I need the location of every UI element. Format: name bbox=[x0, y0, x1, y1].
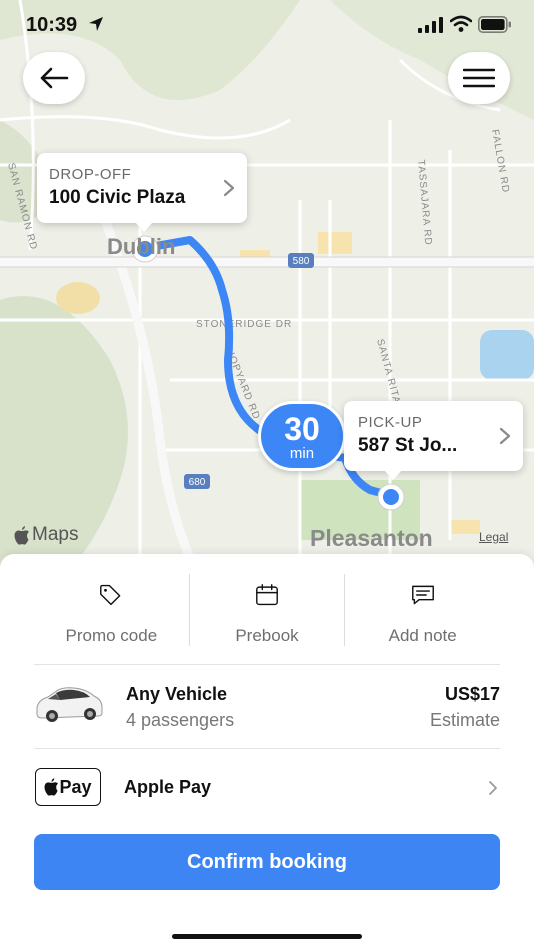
menu-button[interactable] bbox=[448, 52, 510, 104]
dropoff-label: DROP-OFF bbox=[49, 166, 132, 183]
hamburger-menu-icon bbox=[463, 68, 495, 88]
city-label-pleasanton: Pleasanton bbox=[310, 525, 433, 551]
battery-icon bbox=[478, 16, 511, 33]
wifi-icon bbox=[450, 15, 472, 32]
apple-logo-icon bbox=[14, 525, 29, 545]
road-label-santarita: SANTA RITA bbox=[374, 338, 402, 405]
pickup-callout[interactable]: PICK-UP 587 St Jo... bbox=[344, 401, 523, 480]
payment-method-row[interactable]: Pay Apple Pay bbox=[34, 750, 500, 830]
add-note-label: Add note bbox=[388, 626, 457, 645]
city-label-dublin: Dublin bbox=[107, 234, 176, 259]
booking-sheet: Promo code Prebook Add note Any Vehicle … bbox=[0, 554, 534, 950]
promo-code-button[interactable]: Promo code bbox=[34, 574, 189, 646]
vehicle-capacity: 4 passengers bbox=[126, 710, 235, 730]
divider bbox=[34, 664, 500, 665]
apple-logo-icon bbox=[44, 778, 59, 796]
fare-price: US$17 bbox=[444, 684, 500, 704]
prebook-label: Prebook bbox=[235, 626, 299, 645]
eta-value: 30 bbox=[284, 411, 320, 447]
chevron-right-icon bbox=[489, 781, 497, 795]
vehicle-selection[interactable]: Any Vehicle 4 passengers US$17 Estimate bbox=[34, 666, 500, 746]
apple-pay-badge: Pay bbox=[35, 768, 101, 806]
message-icon bbox=[411, 585, 434, 605]
vehicle-name: Any Vehicle bbox=[126, 684, 228, 704]
eta-bubble: 30 min bbox=[258, 401, 346, 471]
road-label-tassajara: TASSAJARA RD bbox=[415, 159, 433, 246]
payment-method-label: Apple Pay bbox=[124, 777, 212, 797]
tag-icon bbox=[100, 584, 121, 606]
road-label-stoneridge: STONERIDGE DR bbox=[196, 319, 292, 330]
arrow-left-icon bbox=[40, 67, 69, 89]
map-view[interactable]: 580 680 STONERIDGE DR HOPYARD RD SANTA R… bbox=[0, 0, 534, 580]
status-bar: 10:39 bbox=[0, 0, 534, 54]
chevron-right-icon bbox=[499, 427, 511, 445]
location-arrow-icon bbox=[89, 17, 103, 31]
apple-maps-attribution: Maps bbox=[14, 524, 78, 546]
ride-options: Promo code Prebook Add note bbox=[34, 574, 500, 646]
cellular-signal-icon bbox=[418, 17, 443, 33]
maps-label: Maps bbox=[32, 524, 79, 545]
road-label-fallon: FALLON RD bbox=[489, 129, 511, 195]
apple-pay-badge-text: Pay bbox=[59, 776, 92, 797]
car-image bbox=[36, 687, 103, 722]
dropoff-address: 100 Civic Plaza bbox=[49, 187, 186, 208]
status-time: 10:39 bbox=[26, 14, 78, 36]
highway-680-shield: 680 bbox=[189, 477, 206, 488]
legal-link[interactable]: Legal bbox=[479, 530, 508, 544]
calendar-icon bbox=[256, 584, 278, 606]
chevron-right-icon bbox=[223, 179, 235, 197]
divider bbox=[34, 748, 500, 749]
highway-580-shield: 580 bbox=[293, 256, 310, 267]
back-button[interactable] bbox=[23, 52, 85, 104]
add-note-button[interactable]: Add note bbox=[345, 574, 500, 646]
dropoff-callout[interactable]: DROP-OFF 100 Civic Plaza bbox=[37, 153, 247, 232]
fare-estimate-note: Estimate bbox=[429, 710, 500, 730]
confirm-booking-button[interactable]: Confirm booking bbox=[34, 834, 500, 890]
home-indicator bbox=[172, 934, 362, 939]
eta-unit: min bbox=[289, 445, 315, 462]
prebook-button[interactable]: Prebook bbox=[190, 574, 345, 646]
promo-code-label: Promo code bbox=[65, 626, 158, 645]
